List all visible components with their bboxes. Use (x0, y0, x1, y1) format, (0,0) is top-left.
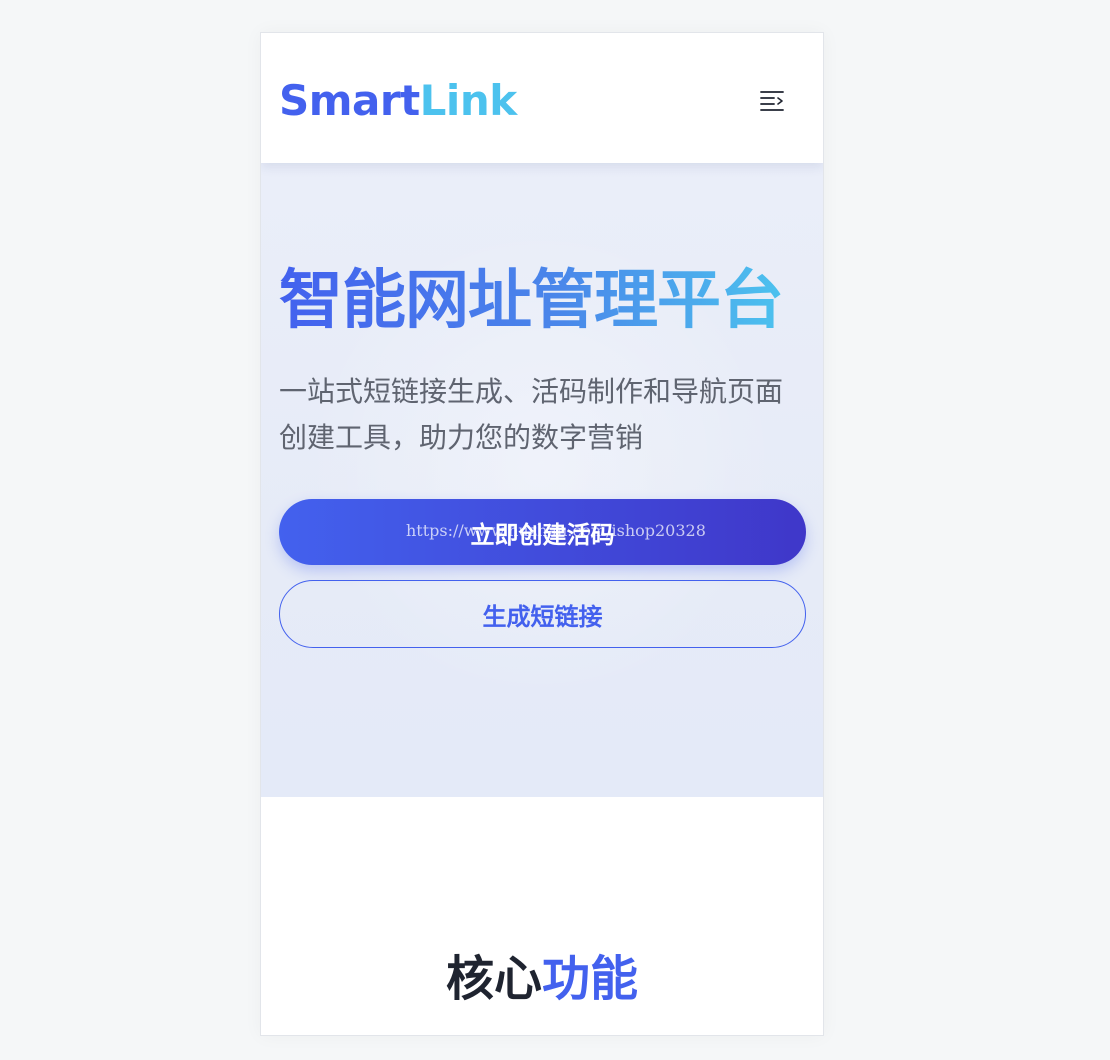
menu-icon (760, 91, 784, 111)
hero-title: 智能网址管理平台 (279, 264, 784, 338)
create-live-code-button[interactable]: 立即创建活码 (279, 499, 806, 565)
logo[interactable]: SmartLink (279, 75, 517, 127)
site-header: SmartLink (261, 33, 823, 163)
hero-section: 智能网址管理平台 一站式短链接生成、活码制作和导航页面创建工具，助力您的数字营销… (261, 163, 823, 797)
mobile-page-frame: SmartLink 智能网址管理平台 一站式短链接生成、活码制作和导航页面创建工… (260, 32, 824, 1036)
generate-short-link-label: 生成短链接 (482, 603, 603, 631)
create-live-code-label: 立即创建活码 (470, 521, 615, 549)
generate-short-link-button[interactable]: 生成短链接 (279, 580, 806, 648)
logo-text-link: Link (419, 76, 518, 125)
hero-subtitle: 一站式短链接生成、活码制作和导航页面创建工具，助力您的数字营销 (279, 375, 784, 454)
features-title-part1: 核心 (445, 951, 542, 1007)
menu-toggle-button[interactable] (757, 85, 787, 115)
features-section-title: 核心功能 (261, 947, 823, 1011)
features-title-part2: 功能 (542, 951, 639, 1007)
logo-text-smart: Smart (279, 76, 420, 125)
